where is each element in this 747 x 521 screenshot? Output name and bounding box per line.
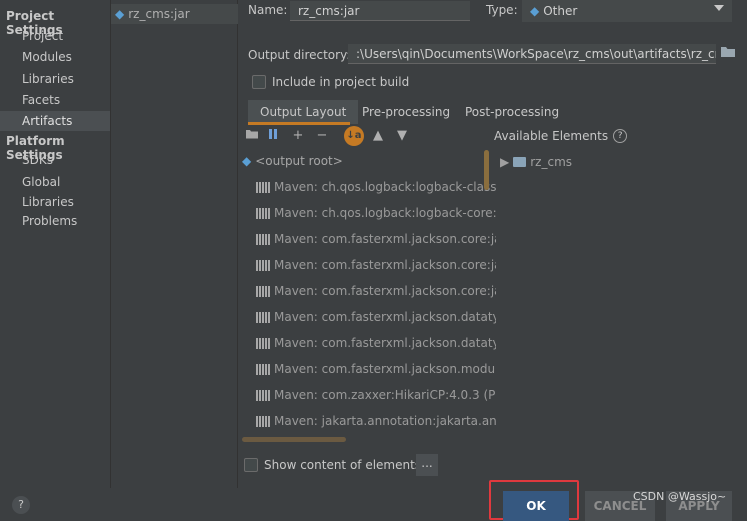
library-icon: [256, 285, 270, 297]
sidebar-item-sdks[interactable]: SDKs: [0, 150, 110, 170]
library-icon: [256, 363, 270, 375]
tree-row-label: Maven: ch.qos.logback:logback-core:1.2.: [274, 206, 496, 220]
help-button[interactable]: ?: [12, 496, 30, 514]
tree-row-label: Maven: com.fasterxml.jackson.core:jackso: [274, 232, 496, 246]
artifact-settings-pane: Name: rz_cms:jar Type: ◆ Other Output di…: [238, 0, 747, 488]
output-directory-input[interactable]: :\Users\qin\Documents\WorkSpace\rz_cms\o…: [348, 44, 716, 64]
watermark: CSDN @Wassjo~: [633, 490, 727, 503]
output-layout-tree[interactable]: ◆ <output root> Maven: ch.qos.logback:lo…: [238, 148, 496, 448]
module-folder-icon: [513, 157, 527, 167]
tree-row[interactable]: Maven: com.fasterxml.jackson.core:jackso: [256, 280, 496, 302]
output-root-icon: ◆: [242, 154, 252, 168]
library-icon: [256, 181, 270, 193]
expand-arrow-icon[interactable]: ▶: [500, 155, 509, 169]
help-icon[interactable]: ?: [613, 129, 628, 143]
library-icon: [256, 233, 270, 245]
move-up-icon[interactable]: ▲: [370, 128, 386, 144]
tree-row[interactable]: Maven: com.zaxxer:HikariCP:4.0.3 (Projec: [256, 384, 496, 406]
tree-row[interactable]: Maven: ch.qos.logback:logback-core:1.2.: [256, 202, 496, 224]
library-icon: [256, 311, 270, 323]
available-elements-label: Available Elements: [494, 129, 609, 143]
tree-row[interactable]: Maven: com.fasterxml.jackson.module:jac: [256, 358, 496, 380]
type-label: Type:: [486, 3, 518, 17]
output-root-node[interactable]: ◆ <output root>: [242, 154, 343, 168]
tree-row-label: Maven: com.fasterxml.jackson.core:jackso: [274, 284, 496, 298]
name-input[interactable]: rz_cms:jar: [290, 1, 470, 21]
tree-row-label: Maven: ch.qos.logback:logback-classic:1.…: [274, 180, 496, 194]
tree-row-label: Maven: com.fasterxml.jackson.core:jackso: [274, 258, 496, 272]
artifact-item-label: rz_cms:jar: [128, 7, 190, 21]
available-element-item[interactable]: ▶ rz_cms: [500, 155, 572, 169]
name-label: Name:: [248, 3, 288, 17]
library-icon[interactable]: [266, 128, 282, 144]
library-icon: [256, 337, 270, 349]
output-directory-label: Output directory:: [248, 48, 351, 62]
tab-pre-processing[interactable]: Pre-processing: [362, 100, 450, 124]
tab-output-layout[interactable]: Output Layout: [248, 100, 359, 124]
move-down-icon[interactable]: ▼: [394, 128, 410, 144]
tree-row[interactable]: Maven: ch.qos.logback:logback-classic:1.…: [256, 176, 496, 198]
sidebar-item-facets[interactable]: Facets: [0, 90, 110, 110]
artifact-icon: ◆: [115, 7, 125, 21]
tree-row-label: Maven: com.zaxxer:HikariCP:4.0.3 (Projec: [274, 388, 496, 402]
tab-post-processing[interactable]: Post-processing: [465, 100, 559, 124]
ok-button[interactable]: OK: [503, 491, 569, 521]
tree-row[interactable]: Maven: com.fasterxml.jackson.datatype:ja: [256, 332, 496, 354]
tree-row-label: Maven: com.fasterxml.jackson.module:jac: [274, 362, 496, 376]
library-icon: [256, 415, 270, 427]
tree-row-label: Maven: jakarta.annotation:jakarta.annota: [274, 414, 496, 428]
include-in-build-checkbox[interactable]: [252, 75, 266, 89]
type-value: Other: [543, 4, 578, 18]
tree-row-label: Maven: com.fasterxml.jackson.datatype:ja: [274, 310, 496, 324]
more-options-button[interactable]: ...: [416, 454, 438, 476]
sort-icon[interactable]: ↓a: [344, 126, 364, 146]
show-content-label: Show content of elements: [264, 458, 422, 472]
sidebar-item-modules[interactable]: Modules: [0, 47, 110, 67]
settings-sidebar: Project Settings Project Modules Librari…: [0, 0, 110, 488]
tree-row[interactable]: Maven: com.fasterxml.jackson.core:jackso: [256, 228, 496, 250]
new-folder-icon[interactable]: [244, 128, 260, 144]
tree-row[interactable]: Maven: jakarta.annotation:jakarta.annota: [256, 410, 496, 432]
show-content-checkbox[interactable]: [244, 458, 258, 472]
add-icon[interactable]: +: [290, 128, 306, 144]
include-in-build-label: Include in project build: [272, 75, 410, 89]
artifact-item[interactable]: ◆ rz_cms:jar: [111, 4, 238, 24]
sidebar-item-global-libraries[interactable]: Global Libraries: [0, 172, 110, 209]
tree-row[interactable]: Maven: com.fasterxml.jackson.datatype:ja: [256, 306, 496, 328]
artifact-list: ◆ rz_cms:jar: [110, 0, 238, 488]
horizontal-scrollbar[interactable]: [242, 437, 346, 442]
remove-icon[interactable]: −: [314, 128, 330, 144]
output-root-label: <output root>: [255, 154, 343, 168]
type-select[interactable]: ◆ Other: [522, 0, 732, 22]
sidebar-item-project[interactable]: Project: [0, 26, 110, 46]
library-icon: [256, 259, 270, 271]
vertical-scrollbar[interactable]: [484, 150, 489, 190]
folder-browse-icon[interactable]: [720, 44, 736, 58]
library-icon: [256, 207, 270, 219]
chevron-down-icon: [714, 5, 724, 11]
sidebar-item-libraries[interactable]: Libraries: [0, 69, 110, 89]
tree-row[interactable]: Maven: com.fasterxml.jackson.core:jackso: [256, 254, 496, 276]
library-icon: [256, 389, 270, 401]
available-elements-title: Available Elements ?: [494, 129, 628, 143]
active-tab-indicator: [248, 122, 350, 125]
sidebar-item-problems[interactable]: Problems: [0, 211, 110, 231]
available-element-label: rz_cms: [530, 155, 573, 169]
tree-row-label: Maven: com.fasterxml.jackson.datatype:ja: [274, 336, 496, 350]
type-icon: ◆: [530, 4, 540, 18]
sidebar-item-artifacts[interactable]: Artifacts: [0, 111, 110, 131]
